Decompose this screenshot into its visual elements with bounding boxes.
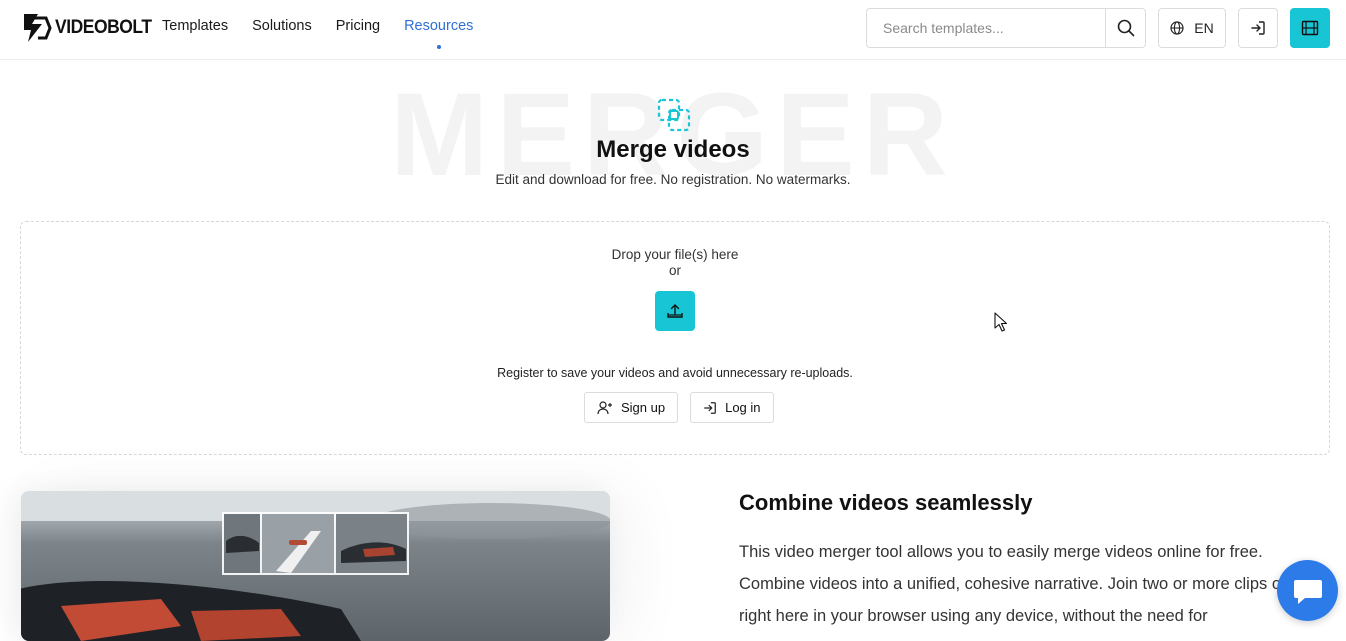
drop-instructions: Drop your file(s) here or [21,247,1329,279]
language-selector[interactable]: EN [1158,8,1226,48]
site-header: VIDEOBOLT Templates Solutions Pricing Re… [0,0,1346,60]
search-input[interactable] [867,9,1105,47]
nav-solutions[interactable]: Solutions [252,18,312,34]
my-projects-button[interactable] [1290,8,1330,48]
feature-description: This video merger tool allows you to eas… [739,543,1316,625]
search-button[interactable] [1105,9,1145,47]
thumbnail-strip [222,512,409,575]
nav-resources-label: Resources [404,18,474,34]
main-nav: Templates Solutions Pricing Resources [162,18,497,49]
chat-bubble-icon [1293,579,1322,604]
film-icon [1301,20,1319,36]
or-line: or [668,263,681,278]
login-icon [1251,21,1265,35]
language-label: EN [1194,20,1214,36]
active-indicator [436,45,441,49]
nav-resources[interactable]: Resources [404,18,474,49]
add-user-icon [597,400,612,414]
search-box [866,8,1146,48]
merge-squares-icon [657,98,691,132]
mouse-cursor-icon [994,312,1008,332]
drop-line: Drop your file(s) here [611,247,739,262]
feature-title: Combine videos seamlessly [739,490,1033,515]
page-subtitle: Edit and download for free. No registrat… [495,172,851,187]
auth-buttons: Sign up Log in [584,392,774,423]
upload-button[interactable] [655,291,695,331]
register-prompt: Register to save your videos and avoid u… [497,366,853,380]
file-dropzone[interactable]: Drop your file(s) here or Register to sa… [20,221,1330,455]
login-icon [704,401,716,414]
globe-icon [1170,21,1184,35]
page-title: Merge videos [596,136,750,163]
header-login-button[interactable] [1238,8,1278,48]
login-button[interactable]: Log in [690,392,774,423]
nav-pricing[interactable]: Pricing [336,18,380,34]
login-label: Log in [725,400,761,415]
logo-wordmark: VIDEOBOLT [55,17,152,38]
feature-video-preview[interactable] [21,491,610,641]
search-icon [1117,19,1134,37]
nav-templates[interactable]: Templates [162,18,228,34]
upload-icon [667,304,683,318]
chat-widget-button[interactable] [1277,560,1338,621]
signup-label: Sign up [621,400,666,415]
bolt-logo-icon [24,14,52,42]
skateboard-preview-image [21,491,610,641]
signup-button[interactable]: Sign up [584,392,679,423]
logo[interactable]: VIDEOBOLT [20,12,160,44]
